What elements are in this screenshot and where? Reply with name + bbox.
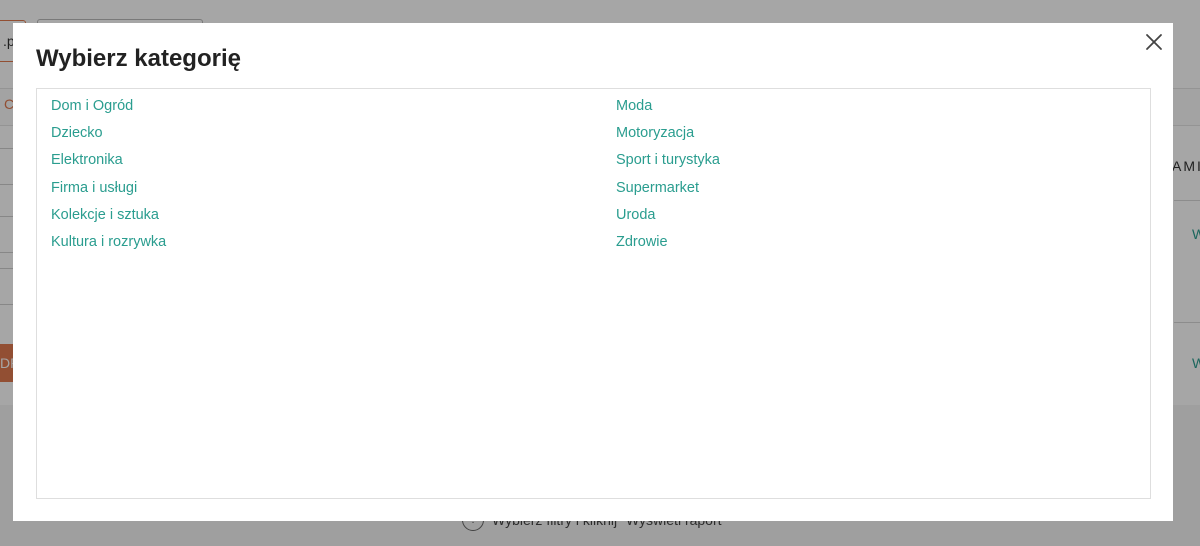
category-link-kolekcje-i-sztuka[interactable]: Kolekcje i sztuka [51, 207, 159, 223]
category-link-uroda[interactable]: Uroda [616, 207, 656, 223]
list-item: Moda [616, 94, 720, 121]
category-column-right: Moda Motoryzacja Sport i turystyka Super… [616, 94, 720, 257]
category-link-dziecko[interactable]: Dziecko [51, 125, 103, 141]
list-item: Dom i Ogród [51, 94, 166, 121]
list-item: Zdrowie [616, 230, 720, 257]
list-item: Dziecko [51, 121, 166, 148]
category-link-sport-i-turystyka[interactable]: Sport i turystyka [616, 152, 720, 168]
list-item: Motoryzacja [616, 121, 720, 148]
category-column-left: Dom i Ogród Dziecko Elektronika Firma i … [51, 94, 166, 257]
list-item: Elektronika [51, 148, 166, 175]
category-link-kultura-i-rozrywka[interactable]: Kultura i rozrywka [51, 234, 166, 250]
close-button[interactable] [1144, 32, 1164, 52]
category-link-firma-i-uslugi[interactable]: Firma i usługi [51, 180, 137, 196]
category-link-motoryzacja[interactable]: Motoryzacja [616, 125, 694, 141]
modal-title: Wybierz kategorię [36, 45, 241, 72]
category-link-dom-i-ogrod[interactable]: Dom i Ogród [51, 98, 133, 114]
category-link-zdrowie[interactable]: Zdrowie [616, 234, 668, 250]
list-item: Supermarket [616, 176, 720, 203]
category-link-moda[interactable]: Moda [616, 98, 652, 114]
list-item: Firma i usługi [51, 176, 166, 203]
list-item: Kultura i rozrywka [51, 230, 166, 257]
list-item: Sport i turystyka [616, 148, 720, 175]
category-modal: Wybierz kategorię Dom i Ogród Dziecko El… [13, 23, 1173, 521]
category-list: Dom i Ogród Dziecko Elektronika Firma i … [36, 88, 1151, 499]
list-item: Kolekcje i sztuka [51, 203, 166, 230]
list-item: Uroda [616, 203, 720, 230]
category-link-elektronika[interactable]: Elektronika [51, 152, 123, 168]
close-icon [1146, 34, 1162, 50]
category-link-supermarket[interactable]: Supermarket [616, 180, 699, 196]
